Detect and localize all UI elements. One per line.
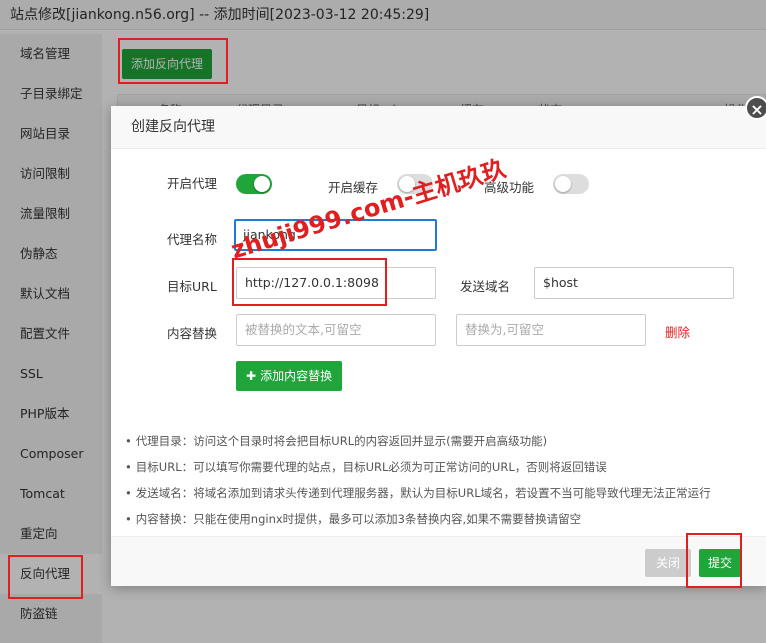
bullet-icon: • (125, 486, 132, 500)
help-note: • 发送域名：将域名添加到请求头传递到代理服务器，默认为目标URL域名，若设置不当… (125, 480, 760, 506)
help-note-text: 代理目录：访问这个目录时将会把目标URL的内容返回并显示(需要开启高级功能) (135, 434, 548, 448)
bullet-icon: • (125, 460, 132, 474)
add-content-replace-label: 添加内容替换 (260, 369, 333, 383)
highlight-box-add-button (118, 38, 228, 84)
delete-replace-link[interactable]: 删除 (665, 322, 690, 341)
bullet-icon: • (125, 434, 132, 448)
dialog-footer: 关闭 提交 (111, 536, 766, 586)
highlight-box-submit (686, 533, 742, 588)
help-note: • 代理目录：访问这个目录时将会把目标URL的内容返回并显示(需要开启高级功能) (125, 428, 760, 454)
highlight-box-sidebar-proxy (8, 555, 83, 599)
close-icon[interactable]: × (745, 96, 766, 120)
close-button[interactable]: 关闭 (645, 549, 691, 577)
highlight-box-target-url (232, 258, 387, 306)
replace-from-input[interactable]: 被替换的文本,可留空 (236, 314, 436, 346)
enable-proxy-label: 开启代理 (167, 176, 218, 191)
help-note: • 目标URL：可以填写你需要代理的站点，目标URL必须为可正常访问的URL，否则… (125, 454, 760, 480)
proxy-name-label: 代理名称 (167, 232, 218, 247)
help-note: • 内容替换：只能在使用nginx时提供，最多可以添加3条替换内容,如果不需要替换… (125, 506, 760, 532)
add-content-replace-button[interactable]: ✚ 添加内容替换 (236, 361, 343, 391)
help-note-text: 目标URL：可以填写你需要代理的站点，目标URL必须为可正常访问的URL，否则将… (135, 460, 607, 474)
send-domain-label: 发送域名 (460, 279, 511, 294)
help-note-text: 内容替换：只能在使用nginx时提供，最多可以添加3条替换内容,如果不需要替换请… (135, 512, 582, 526)
send-domain-input[interactable]: $host (534, 267, 734, 299)
dialog-title: 创建反向代理 (111, 106, 766, 149)
content-replace-label: 内容替换 (167, 326, 218, 341)
help-note-text: 发送域名：将域名添加到请求头传递到代理服务器，默认为目标URL域名，若设置不当可… (135, 486, 711, 500)
bullet-icon: • (125, 512, 132, 526)
target-url-label: 目标URL (167, 279, 217, 294)
replace-to-input[interactable]: 替换为,可留空 (456, 314, 646, 346)
plus-icon: ✚ (246, 369, 257, 383)
enable-proxy-toggle[interactable] (236, 174, 272, 194)
help-notes: • 代理目录：访问这个目录时将会把目标URL的内容返回并显示(需要开启高级功能) … (125, 428, 760, 532)
advanced-toggle[interactable] (553, 174, 589, 194)
